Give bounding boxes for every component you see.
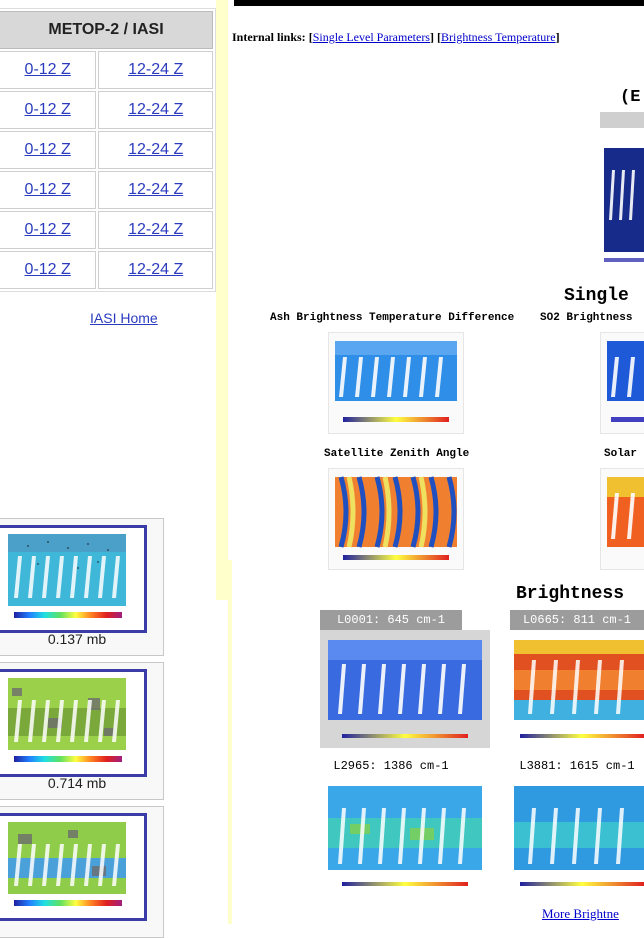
colorbar: [14, 900, 122, 906]
zenith-panel-image[interactable]: [328, 468, 464, 570]
panel-label-solar: Solar: [604, 448, 638, 460]
sidebar-accent-strip: [216, 0, 228, 600]
thumbnail-image[interactable]: [0, 813, 147, 921]
thumbnail-card: 0.714 mb: [0, 662, 164, 800]
link-12-24z[interactable]: 12-24 Z: [128, 221, 183, 238]
panel-label-ash: Ash Brightness Temperature Difference: [270, 312, 515, 324]
map-image: [328, 640, 482, 738]
link-0-12z[interactable]: 0-12 Z: [25, 261, 71, 278]
bt-label-l0665: L0665: 811 cm-1: [510, 610, 644, 630]
table-row: 0-12 Z 12-24 Z: [0, 131, 213, 169]
colorbar: [14, 612, 122, 618]
thumbnail-image[interactable]: [0, 525, 147, 633]
main-content: Internal links: [Single Level Parameters…: [228, 0, 644, 924]
map-image: [604, 140, 644, 272]
link-12-24z[interactable]: 12-24 Z: [128, 141, 183, 158]
table-row: 0-12 Z 12-24 Z: [0, 211, 213, 249]
single-level-heading: Single: [564, 286, 629, 306]
map-image: [335, 341, 457, 422]
internal-links: Internal links: [Single Level Parameters…: [232, 30, 560, 44]
image-label-bar: [600, 112, 644, 128]
map-image: [335, 476, 457, 560]
link-12-24z[interactable]: 12-24 Z: [128, 261, 183, 278]
link-12-24z[interactable]: 12-24 Z: [128, 181, 183, 198]
bt-label-l2965: L2965: 1386 cm-1: [333, 759, 449, 773]
table-row: 0-12 Z 12-24 Z: [0, 91, 213, 129]
map-image: [8, 534, 126, 606]
table-row: 0-12 Z 12-24 Z: [0, 171, 213, 209]
iasi-home-link[interactable]: IASI Home: [90, 310, 158, 326]
map-image: [514, 640, 644, 738]
table-row: 0-12 Z 12-24 Z: [0, 51, 213, 89]
link-0-12z[interactable]: 0-12 Z: [25, 181, 71, 198]
link-0-12z[interactable]: 0-12 Z: [25, 61, 71, 78]
map-image: [328, 786, 482, 886]
thumbnail-caption: 0.137 mb: [47, 631, 107, 647]
thumbnail-caption: 0.714 mb: [47, 775, 107, 791]
bt-label-l0001: L0001: 645 cm-1: [320, 610, 462, 630]
link-0-12z[interactable]: 0-12 Z: [25, 221, 71, 238]
ash-panel-image[interactable]: [328, 332, 464, 434]
bt-panel-l0665[interactable]: [510, 630, 644, 748]
thumbnail-card: [0, 806, 164, 938]
link-0-12z[interactable]: 0-12 Z: [25, 141, 71, 158]
link-12-24z[interactable]: 12-24 Z: [128, 101, 183, 118]
so2-panel-image[interactable]: [600, 332, 644, 434]
brightness-heading: Brightness: [516, 584, 625, 604]
internal-links-label: Internal links:: [232, 30, 306, 44]
map-image: [8, 822, 126, 894]
link-single-level-parameters[interactable]: Single Level Parameters: [313, 30, 430, 44]
thumbnail-image[interactable]: [0, 669, 147, 777]
page-title-band: [234, 0, 644, 6]
link-0-12z[interactable]: 0-12 Z: [25, 101, 71, 118]
section-heading-partial: (E: [620, 88, 641, 107]
link-12-24z[interactable]: 12-24 Z: [128, 61, 183, 78]
solar-panel-image[interactable]: [600, 468, 644, 570]
main-accent-strip: [228, 560, 232, 924]
bt-panel-l2965[interactable]: [320, 778, 490, 896]
map-image: [607, 341, 644, 422]
colorbar: [14, 756, 122, 762]
table-header: METOP-2 / IASI: [0, 11, 213, 49]
more-brightness-link[interactable]: More Brightne: [542, 906, 619, 922]
table-row: 0-12 Z 12-24 Z: [0, 251, 213, 289]
thumbnail-card: 0.137 mb: [0, 518, 164, 656]
bt-panel-l3881[interactable]: [510, 778, 644, 896]
left-sidebar: METOP-2 / IASI 0-12 Z 12-24 Z 0-12 Z 12-…: [0, 0, 228, 938]
bt-label-l3881: L3881: 1615 cm-1: [519, 759, 635, 773]
top-map-image[interactable]: [604, 140, 644, 272]
map-image: [607, 477, 644, 547]
panel-label-zenith: Satellite Zenith Angle: [324, 448, 470, 460]
panel-label-so2: SO2 Brightness: [540, 312, 633, 324]
map-image: [8, 678, 126, 750]
metop-iasi-table: METOP-2 / IASI 0-12 Z 12-24 Z 0-12 Z 12-…: [0, 8, 216, 292]
link-brightness-temperature[interactable]: Brightness Temperature: [441, 30, 556, 44]
bt-panel-l0001[interactable]: [320, 630, 490, 748]
map-image: [514, 786, 644, 886]
